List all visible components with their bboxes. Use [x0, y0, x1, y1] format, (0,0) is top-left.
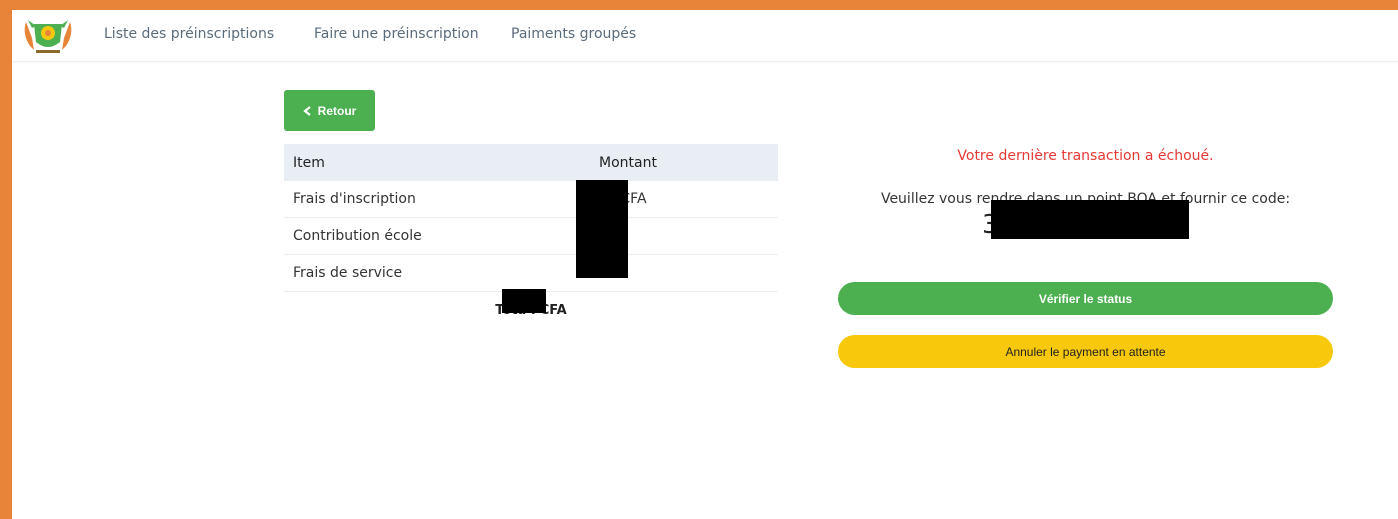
orange-frame-left: [0, 0, 12, 519]
table-row: Contribution école FA: [284, 218, 778, 255]
cancel-pending-payment-button[interactable]: Annuler le payment en attente: [838, 335, 1333, 368]
nav-link-paiments-groupes[interactable]: Paiments groupés: [511, 26, 636, 42]
transaction-failed-message: Votre dernière transaction a échoué.: [957, 148, 1214, 164]
header-item: Item: [293, 154, 325, 171]
nav-link-faire-preinscription[interactable]: Faire une préinscription: [314, 26, 479, 42]
row-item: Frais de service: [293, 265, 403, 281]
redaction-box-code: [991, 200, 1189, 239]
table-header: Item Montant: [284, 144, 778, 181]
redaction-box-amounts: [576, 180, 628, 278]
verify-status-button[interactable]: Vérifier le status: [838, 282, 1333, 315]
back-button-label: Retour: [317, 103, 357, 118]
header-amount: Montant: [599, 154, 657, 171]
row-item: Frais d'inscription: [293, 191, 416, 207]
coat-of-arms-logo[interactable]: [20, 16, 76, 56]
table-row: Frais de service CFA: [284, 255, 778, 292]
top-navbar: Liste des préinscriptions Faire une préi…: [12, 10, 1398, 62]
fees-table: Item Montant Frais d'inscription 0 FCFA …: [284, 144, 778, 292]
orange-frame-top: [0, 0, 1398, 10]
chevron-left-icon: [302, 105, 311, 116]
redaction-box-total: [502, 289, 546, 313]
back-button[interactable]: Retour: [284, 90, 375, 131]
table-row: Frais d'inscription 0 FCFA: [284, 181, 778, 218]
row-item: Contribution école: [293, 228, 422, 244]
nav-link-liste-preinscriptions[interactable]: Liste des préinscriptions: [104, 26, 274, 42]
